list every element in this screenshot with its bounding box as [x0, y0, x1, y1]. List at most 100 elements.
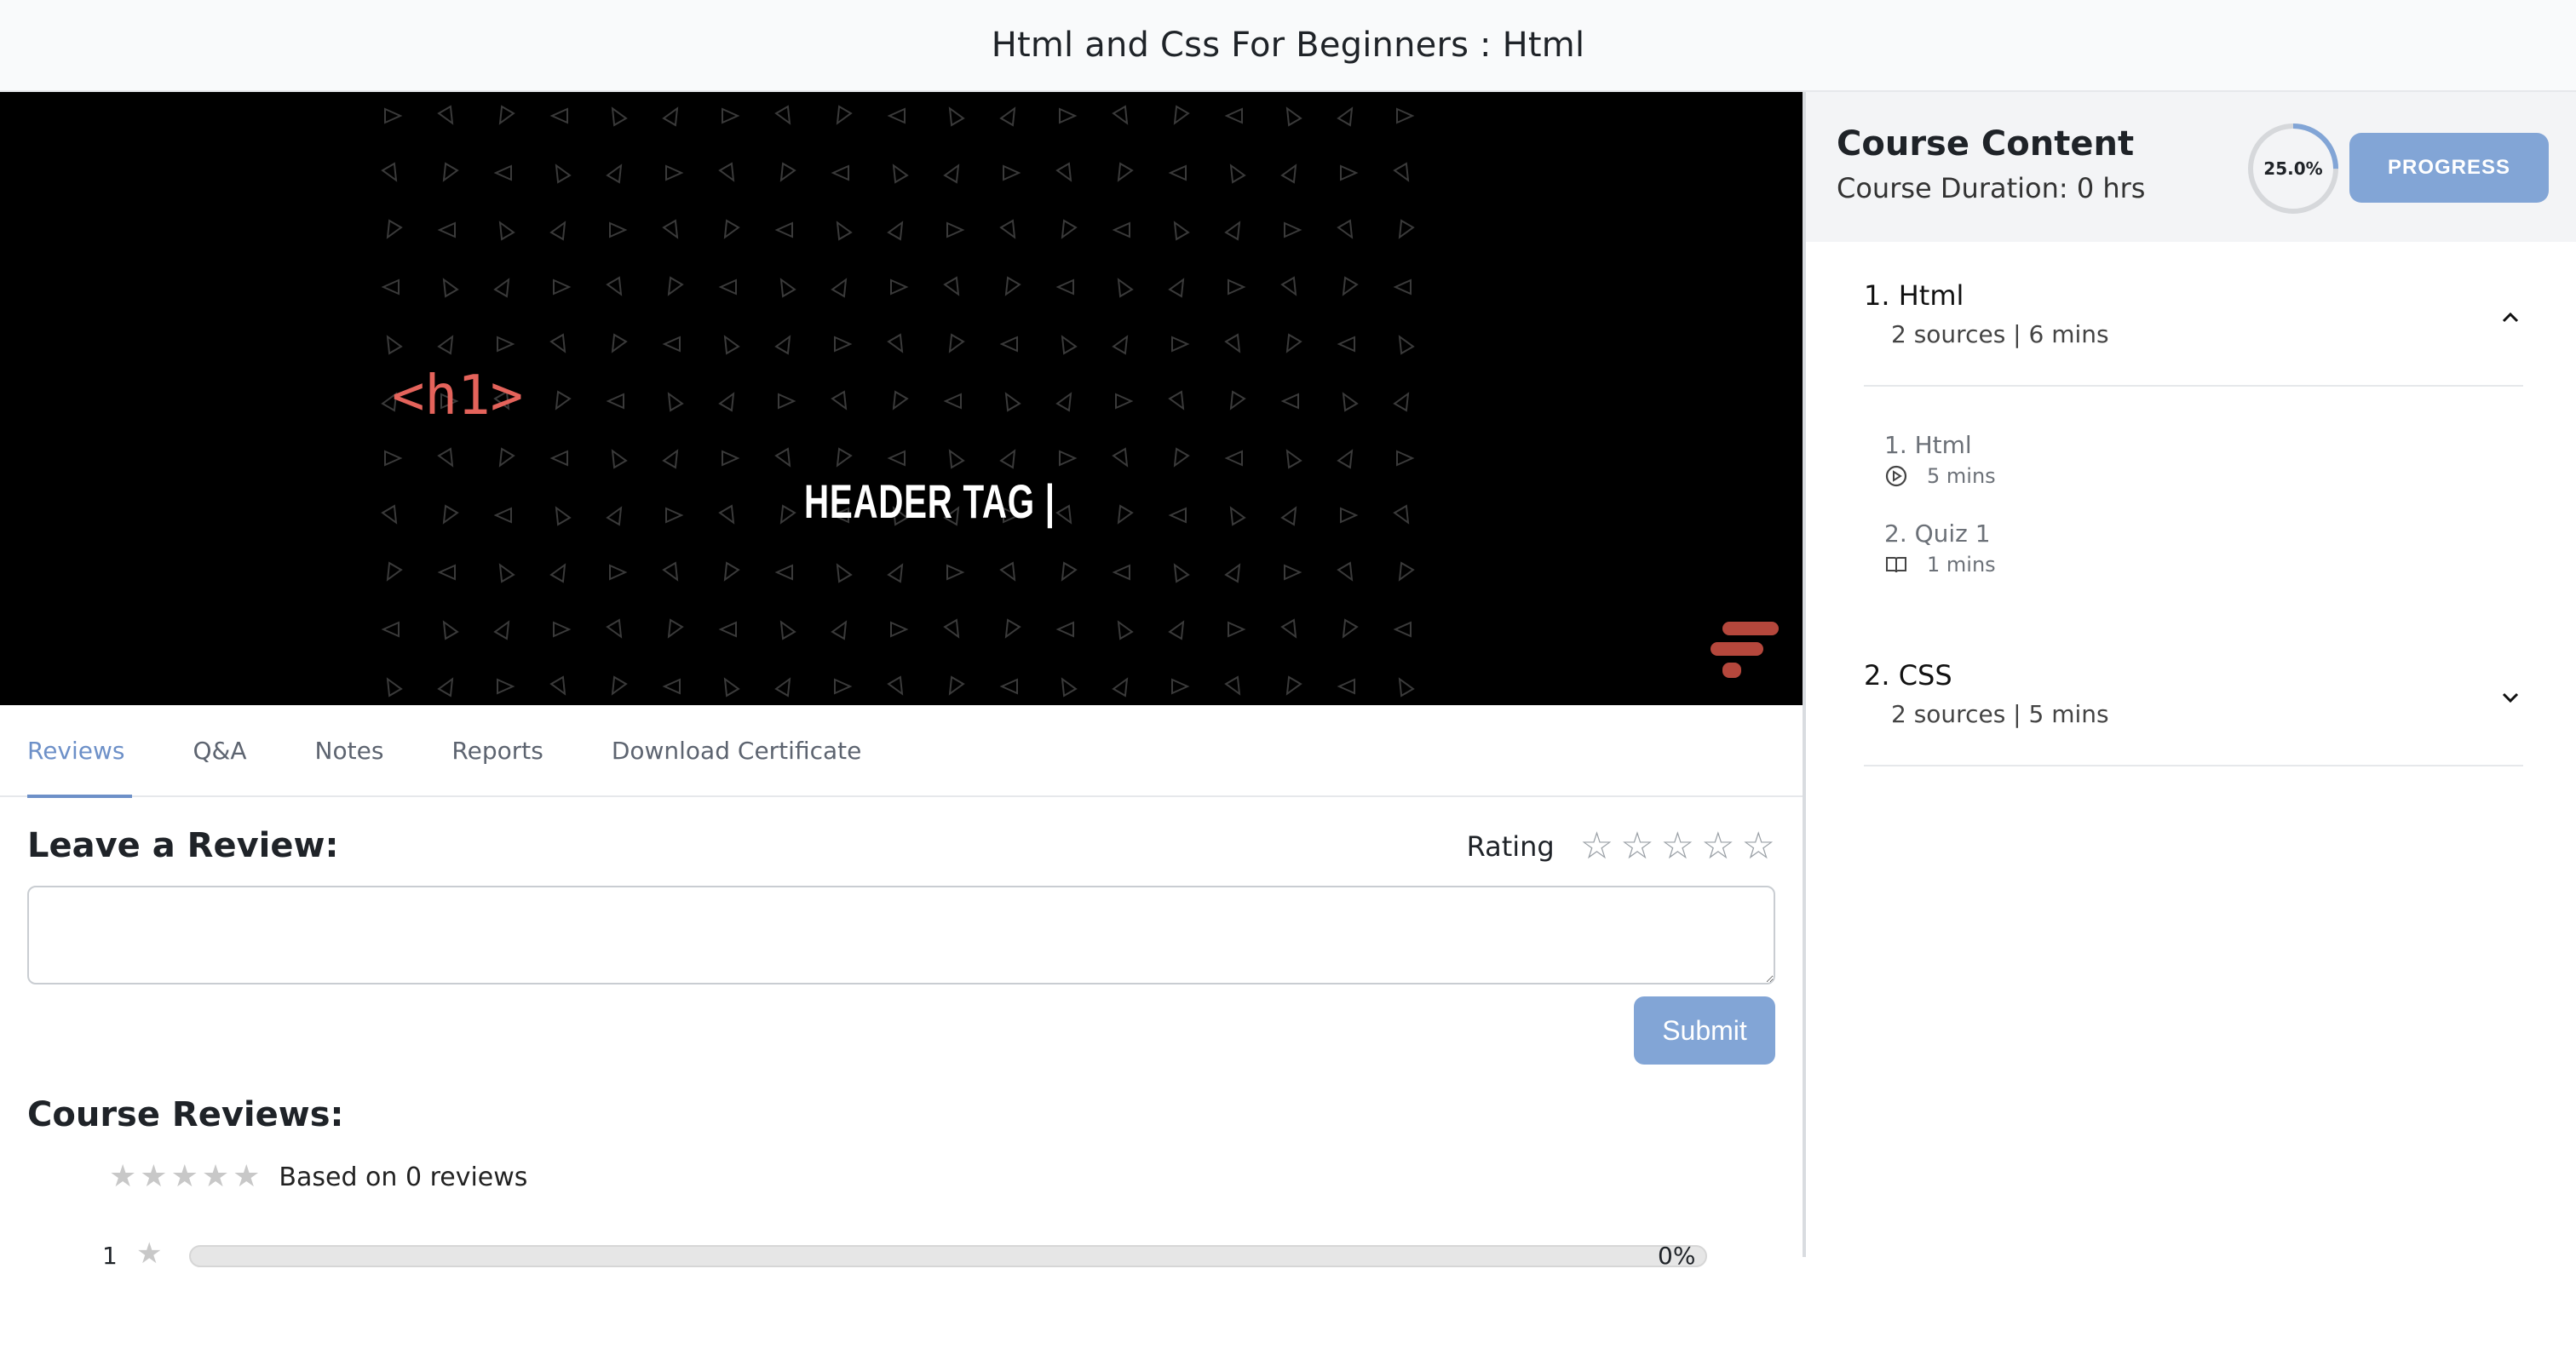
pattern-triangle — [609, 221, 628, 238]
pattern-triangle — [1112, 447, 1129, 468]
rating-label: Rating — [1466, 830, 1555, 863]
pattern-triangle — [723, 335, 740, 355]
pattern-triangle — [1398, 219, 1415, 239]
pattern-triangle — [1342, 392, 1359, 412]
top-bar: Html and Css For Beginners : Html — [0, 0, 2576, 92]
pattern-triangle — [442, 504, 459, 525]
pattern-triangle — [1061, 677, 1078, 697]
average-rating: ★ ★ ★ ★ ★ Based on 0 reviews — [109, 1162, 527, 1192]
pattern-triangle — [611, 449, 628, 469]
pattern-triangle — [1393, 278, 1412, 296]
pattern-triangle — [1171, 678, 1190, 695]
pattern-triangle — [1173, 563, 1190, 583]
pattern-triangle — [892, 390, 909, 410]
pattern-triangle — [779, 504, 796, 525]
section-html[interactable]: 1. Html 2 sources | 6 mins — [1864, 278, 2523, 387]
pattern-triangle — [493, 278, 510, 298]
pattern-triangle — [774, 677, 791, 697]
pattern-triangle — [1342, 618, 1359, 639]
pattern-triangle — [1228, 621, 1246, 638]
submit-review-button[interactable]: Submit — [1634, 996, 1775, 1065]
tab-reviews[interactable]: Reviews — [27, 704, 131, 798]
pattern-triangle — [493, 507, 512, 524]
star-icon: ★ — [233, 1159, 261, 1194]
rating-star-1-icon[interactable]: ☆ — [1580, 828, 1613, 865]
page-title: Html and Css For Beginners : Html — [991, 26, 1585, 65]
pattern-triangle — [386, 335, 403, 355]
pattern-triangle — [1173, 447, 1190, 468]
star-icon: ★ — [109, 1159, 137, 1194]
pattern-triangle — [1280, 506, 1297, 526]
pattern-triangle — [1393, 162, 1410, 182]
pattern-triangle — [549, 563, 566, 583]
lesson-meta: 5 mins — [1884, 464, 1996, 488]
video-player[interactable]: <h1> HEADER TAG | — [0, 92, 1803, 705]
pattern-triangle — [437, 221, 456, 238]
pattern-triangle — [779, 620, 796, 640]
video-caption: HEADER TAG | — [804, 474, 1055, 528]
star-icon: ★ — [140, 1159, 168, 1194]
pattern-triangle — [386, 677, 403, 697]
pattern-triangle — [497, 336, 515, 353]
pattern-triangle — [1337, 219, 1354, 239]
lesson-item[interactable]: 1. Html 5 mins — [1884, 431, 1996, 488]
course-duration: Course Duration: 0 hrs — [1837, 172, 2146, 204]
pattern-triangle — [553, 278, 572, 296]
star-icon: ★ — [170, 1159, 198, 1194]
lesson-title: 1. Html — [1884, 431, 1972, 459]
pattern-triangle — [1224, 450, 1243, 467]
tab-download-certificate[interactable]: Download Certificate — [612, 704, 862, 796]
pattern-triangle — [1061, 219, 1078, 239]
section-css[interactable]: 2. CSS 2 sources | 5 mins — [1864, 657, 2523, 766]
pattern-triangle — [549, 107, 568, 124]
pattern-triangle — [1398, 335, 1415, 355]
pattern-triangle — [1337, 678, 1355, 695]
progress-button[interactable]: PROGRESS — [2349, 133, 2549, 203]
lesson-item[interactable]: 2. Quiz 1 1 mins — [1884, 520, 1996, 577]
pattern-triangle — [887, 333, 904, 353]
pattern-triangle — [609, 564, 628, 581]
pattern-triangle — [887, 450, 906, 467]
section-meta: 2 sources | 5 mins — [1891, 700, 2109, 728]
pattern-triangle — [606, 618, 623, 639]
course-reviews-heading: Course Reviews: — [27, 1095, 344, 1134]
pattern-triangle — [549, 333, 566, 353]
pattern-triangle — [1396, 450, 1415, 467]
pattern-triangle — [1112, 564, 1130, 581]
chevron-up-icon[interactable] — [2498, 305, 2523, 330]
tab-qa[interactable]: Q&A — [193, 704, 247, 796]
lesson-duration: 1 mins — [1927, 553, 1996, 577]
rating-star-3-icon[interactable]: ☆ — [1661, 828, 1694, 865]
pattern-triangle — [887, 221, 904, 241]
pattern-triangle — [381, 504, 398, 525]
chevron-down-icon[interactable] — [2498, 685, 2523, 710]
pattern-triangle — [1393, 392, 1410, 412]
pattern-triangle — [662, 336, 681, 353]
pattern-triangle — [999, 561, 1016, 582]
pattern-triangle — [1173, 105, 1190, 125]
pattern-triangle — [442, 278, 459, 298]
rating-star-4-icon[interactable]: ☆ — [1701, 828, 1734, 865]
histogram-percent: 0% — [1658, 1242, 1696, 1270]
tab-notes[interactable]: Notes — [315, 704, 384, 796]
pattern-triangle — [718, 162, 735, 182]
pattern-triangle — [887, 675, 904, 696]
section-meta: 2 sources | 6 mins — [1891, 320, 2109, 348]
review-textarea[interactable] — [27, 886, 1775, 984]
pattern-triangle — [831, 164, 849, 181]
pattern-triangle — [723, 677, 740, 697]
pattern-triangle — [611, 333, 628, 353]
section-title: 1. Html — [1864, 279, 1964, 312]
rating-star-2-icon[interactable]: ☆ — [1620, 828, 1653, 865]
pattern-triangle — [555, 390, 572, 410]
pattern-triangle — [1061, 561, 1078, 582]
pattern-triangle — [890, 278, 909, 296]
main-content: <h1> HEADER TAG | Reviews Q&A Notes Repo… — [0, 92, 1803, 1349]
rating-star-5-icon[interactable]: ☆ — [1742, 828, 1775, 865]
pattern-triangle — [943, 276, 960, 296]
pattern-triangle — [1004, 276, 1021, 296]
progress-percent: 25.0% — [2263, 158, 2323, 179]
tab-reports[interactable]: Reports — [451, 704, 543, 796]
pattern-triangle — [549, 221, 566, 241]
pattern-triangle — [662, 106, 679, 127]
